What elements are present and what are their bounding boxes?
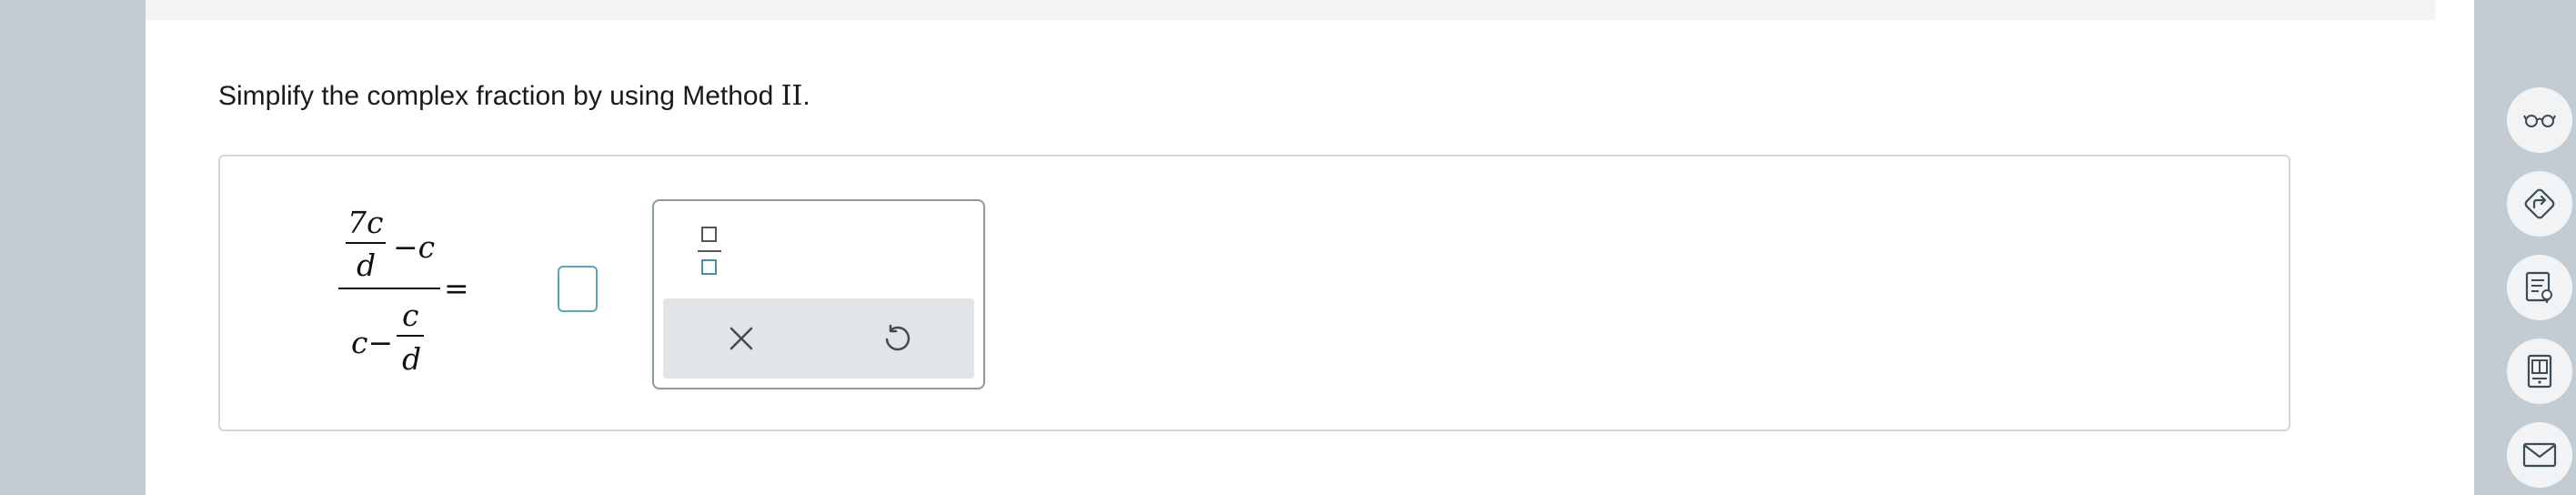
math-palette xyxy=(652,199,985,389)
fraction-template-button[interactable] xyxy=(698,225,721,278)
question-page: Simplify the complex fraction by using M… xyxy=(146,0,2572,495)
undo-button[interactable] xyxy=(819,298,974,379)
bottom-lead-term: c− xyxy=(351,325,394,360)
undo-icon xyxy=(885,324,910,351)
bottom-inner-numerator: c xyxy=(402,298,419,333)
equals-sign: = xyxy=(444,270,469,306)
answer-input[interactable] xyxy=(558,266,598,312)
main-fraction-bar xyxy=(338,288,440,289)
problem-box: 7c d −c c− c d = xyxy=(218,155,2290,431)
palette-action-bar xyxy=(663,298,974,379)
top-minus-term: −c xyxy=(393,229,436,265)
glasses-button[interactable] xyxy=(2507,87,2572,153)
mail-icon xyxy=(2522,442,2557,468)
notes-button[interactable] xyxy=(2507,255,2572,320)
instruction-main: Simplify the complex fraction by using M… xyxy=(218,81,781,111)
clear-button[interactable] xyxy=(663,298,819,379)
glasses-icon xyxy=(2523,115,2556,127)
textbook-button[interactable] xyxy=(2507,338,2572,404)
top-inner-denominator: d xyxy=(357,248,377,283)
bottom-inner-fraction-bar xyxy=(397,335,424,337)
clear-icon xyxy=(730,327,752,350)
instruction-text: Simplify the complex fraction by using M… xyxy=(218,80,810,112)
top-inner-numerator: 7c xyxy=(347,205,384,240)
top-inner-fraction-bar xyxy=(346,242,386,244)
textbook-icon xyxy=(2527,354,2552,389)
hint-icon xyxy=(2524,188,2555,219)
instruction-period: . xyxy=(802,81,810,111)
bottom-inner-denominator: d xyxy=(402,341,422,377)
top-strip xyxy=(146,0,2435,20)
hint-button[interactable] xyxy=(2507,171,2572,237)
notes-icon xyxy=(2525,271,2552,303)
instruction-method: II xyxy=(780,80,803,112)
mail-button[interactable] xyxy=(2507,422,2572,488)
